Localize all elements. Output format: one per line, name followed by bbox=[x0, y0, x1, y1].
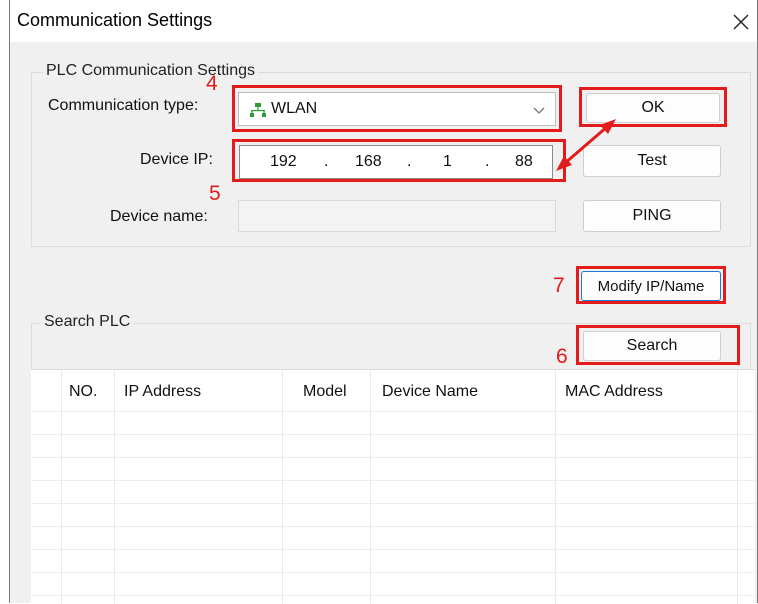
close-icon bbox=[733, 14, 749, 30]
search-plc-legend: Search PLC bbox=[41, 313, 134, 331]
ping-button[interactable]: PING bbox=[583, 200, 721, 232]
window-title: Communication Settings bbox=[17, 10, 213, 30]
highlight-device-ip bbox=[232, 139, 566, 182]
column-header-no[interactable]: NO. bbox=[69, 383, 97, 401]
highlight-modify-button bbox=[576, 266, 726, 304]
highlight-communication-type bbox=[232, 85, 562, 132]
column-header-device-name[interactable]: Device Name bbox=[382, 383, 478, 401]
column-header-mac-address[interactable]: MAC Address bbox=[565, 383, 663, 401]
close-button[interactable] bbox=[725, 4, 755, 36]
annotation-4: 4 bbox=[206, 72, 218, 95]
plc-communication-settings-legend: PLC Communication Settings bbox=[43, 62, 258, 80]
annotation-7: 7 bbox=[553, 274, 565, 297]
column-header-model[interactable]: Model bbox=[303, 383, 347, 401]
device-ip-label: Device IP: bbox=[140, 151, 213, 168]
communication-type-label: Communication type: bbox=[48, 97, 199, 114]
annotation-5: 5 bbox=[209, 182, 221, 205]
device-name-field bbox=[238, 200, 556, 232]
annotation-6: 6 bbox=[556, 345, 568, 368]
search-results-table[interactable]: NO. IP Address Model Device Name MAC Add… bbox=[31, 369, 755, 604]
title-bar: Communication Settings bbox=[10, 0, 757, 42]
communication-settings-dialog: Communication Settings PLC Communication… bbox=[9, 0, 758, 604]
highlight-search-button bbox=[576, 325, 740, 365]
device-name-label: Device name: bbox=[110, 208, 208, 225]
double-arrow-icon bbox=[556, 119, 616, 171]
column-header-ip-address[interactable]: IP Address bbox=[124, 383, 201, 401]
